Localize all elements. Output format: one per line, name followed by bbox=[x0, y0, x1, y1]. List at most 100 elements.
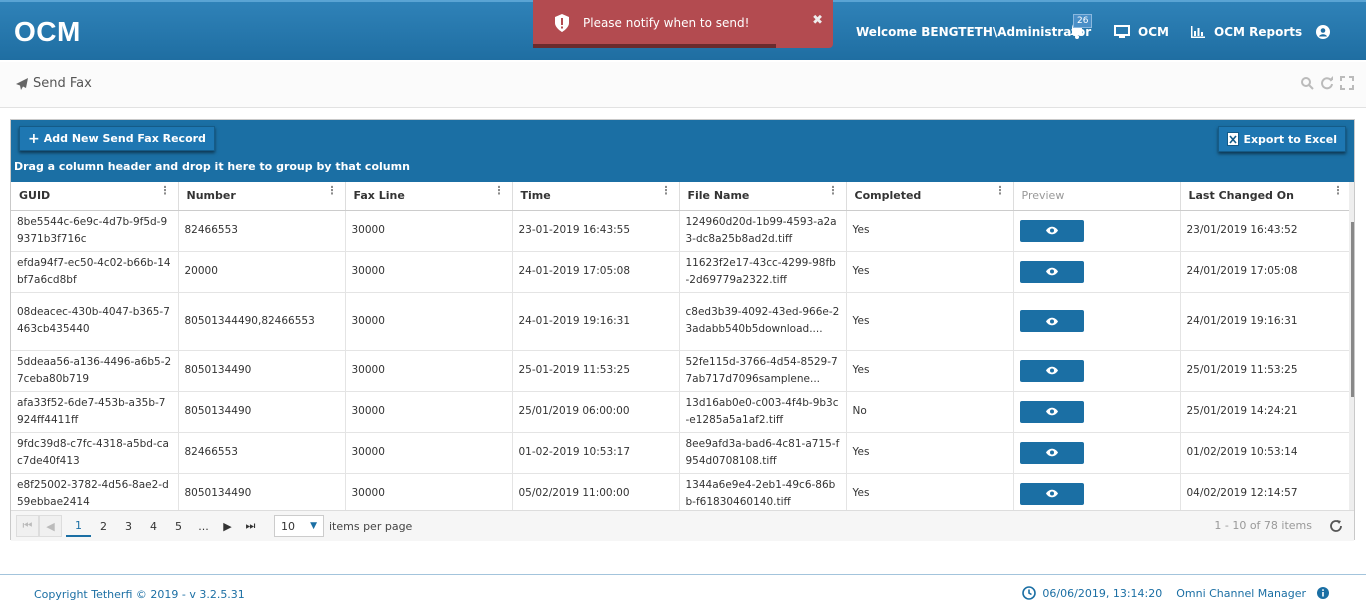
cell-number: 20000 bbox=[178, 251, 346, 293]
next-page-button[interactable]: ▶ bbox=[216, 515, 239, 537]
column-menu-icon[interactable]: ⋮ bbox=[995, 185, 1006, 196]
page-number-button[interactable]: ... bbox=[191, 515, 216, 537]
column-menu-icon[interactable]: ⋮ bbox=[160, 185, 171, 196]
vertical-scrollbar[interactable] bbox=[1349, 182, 1354, 510]
prev-page-button[interactable]: ◀ bbox=[39, 515, 62, 537]
page-number-button[interactable]: 2 bbox=[91, 515, 116, 537]
cell-completed: Yes bbox=[846, 251, 1014, 293]
paper-plane-icon bbox=[16, 77, 28, 90]
cell-faxline: 30000 bbox=[345, 210, 513, 252]
cell-number: 8050134490 bbox=[178, 473, 346, 515]
page-number-button[interactable]: 4 bbox=[141, 515, 166, 537]
monitor-icon bbox=[1114, 25, 1130, 38]
preview-button[interactable] bbox=[1019, 310, 1084, 332]
column-header[interactable]: Last Changed On ⋮ bbox=[1180, 182, 1352, 211]
pager: ⏮ ◀ 1 2 3 4 5... ▶ ⏭ 10 ▼ items per page 1 -… bbox=[11, 510, 1354, 541]
cell-faxline: 30000 bbox=[345, 473, 513, 515]
add-button-label: Add New Send Fax Record bbox=[43, 132, 206, 145]
toast-close-button[interactable]: ✖ bbox=[812, 13, 823, 28]
first-page-button[interactable]: ⏮ bbox=[16, 515, 39, 537]
refresh-icon[interactable] bbox=[1320, 76, 1334, 90]
column-header[interactable]: File Name ⋮ bbox=[679, 182, 847, 211]
nav-ocm-reports[interactable]: OCM Reports bbox=[1190, 2, 1302, 62]
cell-preview bbox=[1013, 432, 1181, 474]
footer-datetime: 06/06/2019, 13:14:20 bbox=[1042, 586, 1163, 600]
column-menu-icon[interactable]: ⋮ bbox=[494, 185, 505, 196]
column-header[interactable]: Time ⋮ bbox=[512, 182, 680, 211]
eye-icon bbox=[1045, 267, 1058, 276]
column-header-label: Fax Line bbox=[353, 189, 405, 203]
table-row[interactable]: e8f25002-3782-4d56-8ae2-d59ebbae2414 8050… bbox=[11, 473, 1352, 515]
cell-completed: Yes bbox=[846, 432, 1014, 474]
cell-faxline: 30000 bbox=[345, 292, 513, 351]
scrollbar-thumb[interactable] bbox=[1351, 222, 1354, 397]
info-icon[interactable] bbox=[1316, 586, 1330, 600]
footer-product[interactable]: Omni Channel Manager bbox=[1176, 587, 1306, 600]
cell-time: 01-02-2019 10:53:17 bbox=[512, 432, 680, 474]
column-menu-icon[interactable]: ⋮ bbox=[327, 185, 338, 196]
column-header[interactable]: Number ⋮ bbox=[178, 182, 346, 211]
page-numbers: 1 2 3 4 5... bbox=[66, 515, 216, 537]
fullscreen-icon[interactable] bbox=[1340, 76, 1354, 90]
page-number-button[interactable]: 5 bbox=[166, 515, 191, 537]
search-icon[interactable] bbox=[1300, 76, 1314, 90]
column-header[interactable]: Completed ⋮ bbox=[846, 182, 1014, 211]
eye-icon bbox=[1045, 226, 1058, 235]
preview-button[interactable] bbox=[1019, 400, 1084, 423]
user-menu[interactable] bbox=[1316, 2, 1330, 62]
nav-ocm-label: OCM bbox=[1138, 25, 1169, 39]
column-menu-icon[interactable]: ⋮ bbox=[1333, 185, 1344, 196]
cell-guid: 8be5544c-6e9c-4d7b-9f5d-99371b3f716c bbox=[11, 210, 179, 252]
cell-completed: Yes bbox=[846, 473, 1014, 515]
group-drop-area[interactable]: Drag a column header and drop it here to… bbox=[14, 160, 410, 173]
cell-file: 13d16ab0e0-c003-4f4b-9b3c-e1285a5a1af2.t… bbox=[679, 391, 847, 433]
page-size-select[interactable]: 10 ▼ bbox=[274, 515, 324, 537]
preview-button[interactable] bbox=[1019, 219, 1084, 242]
preview-button[interactable] bbox=[1019, 441, 1084, 464]
cell-guid: efda94f7-ec50-4c02-b66b-14bf7a6cd8bf bbox=[11, 251, 179, 293]
items-per-page-label: items per page bbox=[329, 519, 413, 533]
preview-button[interactable] bbox=[1019, 260, 1084, 283]
pager-summary: 1 - 10 of 78 items bbox=[1214, 519, 1312, 532]
page-header: Send Fax bbox=[0, 62, 1366, 108]
column-header[interactable]: Fax Line ⋮ bbox=[345, 182, 513, 211]
app-logo[interactable]: OCM bbox=[14, 16, 81, 48]
pager-refresh-icon[interactable] bbox=[1328, 518, 1344, 534]
cell-file: 8ee9afd3a-bad6-4c81-a715-f954d0708108.ti… bbox=[679, 432, 847, 474]
page-number-button[interactable]: 3 bbox=[116, 515, 141, 537]
preview-button[interactable] bbox=[1019, 482, 1084, 505]
table-row[interactable]: afa33f52-6de7-453b-a35b-7924ff4411ff 8050… bbox=[11, 391, 1352, 433]
table-row[interactable]: efda94f7-ec50-4c02-b66b-14bf7a6cd8bf 2000… bbox=[11, 251, 1352, 293]
page-number-button[interactable]: 1 bbox=[66, 515, 91, 537]
export-excel-button[interactable]: Export to Excel bbox=[1218, 126, 1346, 152]
page-title: Send Fax bbox=[33, 76, 92, 91]
welcome-text: Welcome BENGTETH\Administrator bbox=[856, 2, 1091, 62]
table-row[interactable]: 5ddeaa56-a136-4496-a6b5-27ceba80b719 8050… bbox=[11, 350, 1352, 392]
table-row[interactable]: 9fdc39d8-c7fc-4318-a5bd-cac7de40f413 8246… bbox=[11, 432, 1352, 474]
preview-button[interactable] bbox=[1019, 359, 1084, 382]
cell-number: 82466553 bbox=[178, 210, 346, 252]
welcome-user: BENGTETH\Administrator bbox=[921, 25, 1092, 39]
column-header[interactable]: GUID ⋮ bbox=[11, 182, 179, 211]
bar-chart-icon bbox=[1191, 26, 1205, 38]
cell-preview bbox=[1013, 292, 1181, 351]
cell-preview bbox=[1013, 251, 1181, 293]
column-header-label: Time bbox=[520, 189, 551, 203]
cell-faxline: 30000 bbox=[345, 350, 513, 392]
column-menu-icon[interactable]: ⋮ bbox=[828, 185, 839, 196]
cell-number: 80501344490,82466553 bbox=[178, 292, 346, 351]
column-header-label: Last Changed On bbox=[1188, 189, 1294, 203]
cell-file: 124960d20d-1b99-4593-a2a3-dc8a25b8ad2d.t… bbox=[679, 210, 847, 252]
add-new-record-button[interactable]: + Add New Send Fax Record bbox=[19, 126, 215, 151]
cell-time: 23-01-2019 16:43:55 bbox=[512, 210, 680, 252]
cell-preview bbox=[1013, 473, 1181, 515]
notification-toast: Please notify when to send! ✖ bbox=[533, 0, 833, 48]
nav-ocm[interactable]: OCM bbox=[1114, 2, 1169, 62]
last-page-button[interactable]: ⏭ bbox=[239, 515, 262, 537]
nav-reports-label: OCM Reports bbox=[1214, 25, 1303, 39]
column-header-label: File Name bbox=[687, 189, 750, 203]
table-row[interactable]: 8be5544c-6e9c-4d7b-9f5d-99371b3f716c 8246… bbox=[11, 210, 1352, 252]
panel-tools bbox=[1300, 76, 1354, 90]
column-menu-icon[interactable]: ⋮ bbox=[661, 185, 672, 196]
table-row[interactable]: 08deacec-430b-4047-b365-7463cb435440 8050… bbox=[11, 292, 1352, 351]
